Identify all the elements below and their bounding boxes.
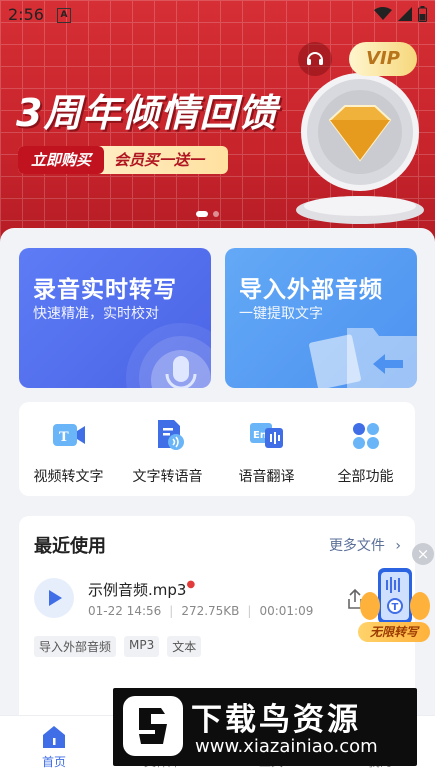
promo-text: 会员买一送一 [114, 151, 205, 169]
svg-text:En: En [253, 430, 267, 441]
tool-label: 全部功能 [337, 469, 394, 485]
banner-headline: 3周年倾情回馈 [16, 91, 278, 135]
nav-label: 首页 [41, 755, 66, 769]
promo-label: 无限转写 [358, 622, 430, 642]
recent-title: 最近使用 [34, 536, 106, 557]
headset-icon [307, 52, 323, 65]
buy-now-button[interactable]: 立即购买 [18, 146, 104, 174]
tools-grid: T 视频转文字 文字转语音 En 语音翻译 全部功能 [19, 402, 415, 496]
speech-translate-icon: En [249, 423, 283, 448]
bird-logo-icon [123, 696, 183, 756]
file-duration: 00:01:09 [259, 604, 314, 618]
home-icon [43, 726, 65, 748]
divider: | [247, 604, 252, 618]
vip-emblem-icon [296, 73, 424, 224]
pager-dot [196, 211, 208, 217]
import-audio-card[interactable]: 导入外部音频 一键提取文字 [225, 248, 417, 388]
status-bar: 2:56 A [0, 0, 435, 30]
file-tag: MP3 [124, 636, 160, 657]
more-files-label: 更多文件 [328, 538, 385, 554]
signal-icon [398, 7, 412, 21]
nav-home[interactable]: 首页 [0, 716, 108, 774]
chevron-right-icon: › [395, 538, 401, 554]
customer-service-button[interactable] [298, 42, 332, 76]
all-features-icon [352, 423, 379, 449]
tool-speech-translate[interactable]: En 语音翻译 [217, 402, 316, 496]
file-tag: 导入外部音频 [34, 636, 117, 657]
tool-video-to-text[interactable]: T 视频转文字 [19, 402, 118, 496]
folder-import-icon [309, 328, 417, 388]
divider: | [169, 604, 174, 618]
watermark-overlay: 下载鸟资源 www.xiazainiao.com [113, 688, 417, 766]
watermark-url: www.xiazainiao.com [195, 736, 378, 757]
vip-button[interactable]: VIP [349, 42, 417, 76]
svg-text:T: T [59, 430, 69, 445]
watermark-title: 下载鸟资源 [191, 702, 361, 738]
file-name: 示例音频.mp3 [88, 581, 187, 599]
file-date: 01-22 14:56 [88, 604, 162, 618]
banner-pager [196, 211, 219, 217]
file-size: 272.75KB [181, 604, 240, 618]
status-icons [374, 6, 427, 22]
more-files-link[interactable]: 更多文件 › [329, 535, 401, 555]
notification-a-icon: A [57, 8, 71, 23]
microphone-icon [126, 323, 211, 388]
wifi-icon [374, 7, 392, 20]
play-button[interactable] [34, 578, 74, 618]
promo-banner[interactable]: 3周年倾情回馈 立即购买 会员买一送一 [0, 0, 435, 245]
unread-dot-icon: ● [186, 579, 196, 590]
svg-text:T: T [392, 602, 399, 613]
tool-label: 语音翻译 [238, 469, 295, 485]
text-to-speech-icon [157, 420, 184, 450]
status-time: 2:56 [8, 5, 44, 24]
card-title: 录音实时转写 [33, 277, 177, 303]
record-transcribe-card[interactable]: 录音实时转写 快速精准，实时校对 [19, 248, 211, 388]
tool-label: 文字转语音 [132, 469, 203, 485]
promo-pill[interactable]: 立即购买 会员买一送一 [18, 146, 228, 174]
tool-text-to-speech[interactable]: 文字转语音 [118, 402, 217, 496]
file-tags: 导入外部音频 MP3 文本 [34, 636, 202, 657]
file-name-row[interactable]: 示例音频.mp3● [88, 579, 195, 600]
card-title: 导入外部音频 [239, 277, 383, 303]
battery-icon [418, 6, 427, 22]
file-tag: 文本 [167, 636, 202, 657]
tool-label: 视频转文字 [33, 469, 104, 485]
tool-all-features[interactable]: 全部功能 [316, 402, 415, 496]
video-to-text-icon: T [52, 424, 85, 446]
phone-promo-icon: T [360, 568, 430, 624]
float-close-button[interactable]: × [412, 543, 434, 565]
unlimited-transcribe-promo[interactable]: T 无限转写 [356, 566, 432, 644]
pager-dot [213, 211, 219, 217]
file-meta: 01-22 14:56 | 272.75KB | 00:01:09 [88, 604, 313, 618]
